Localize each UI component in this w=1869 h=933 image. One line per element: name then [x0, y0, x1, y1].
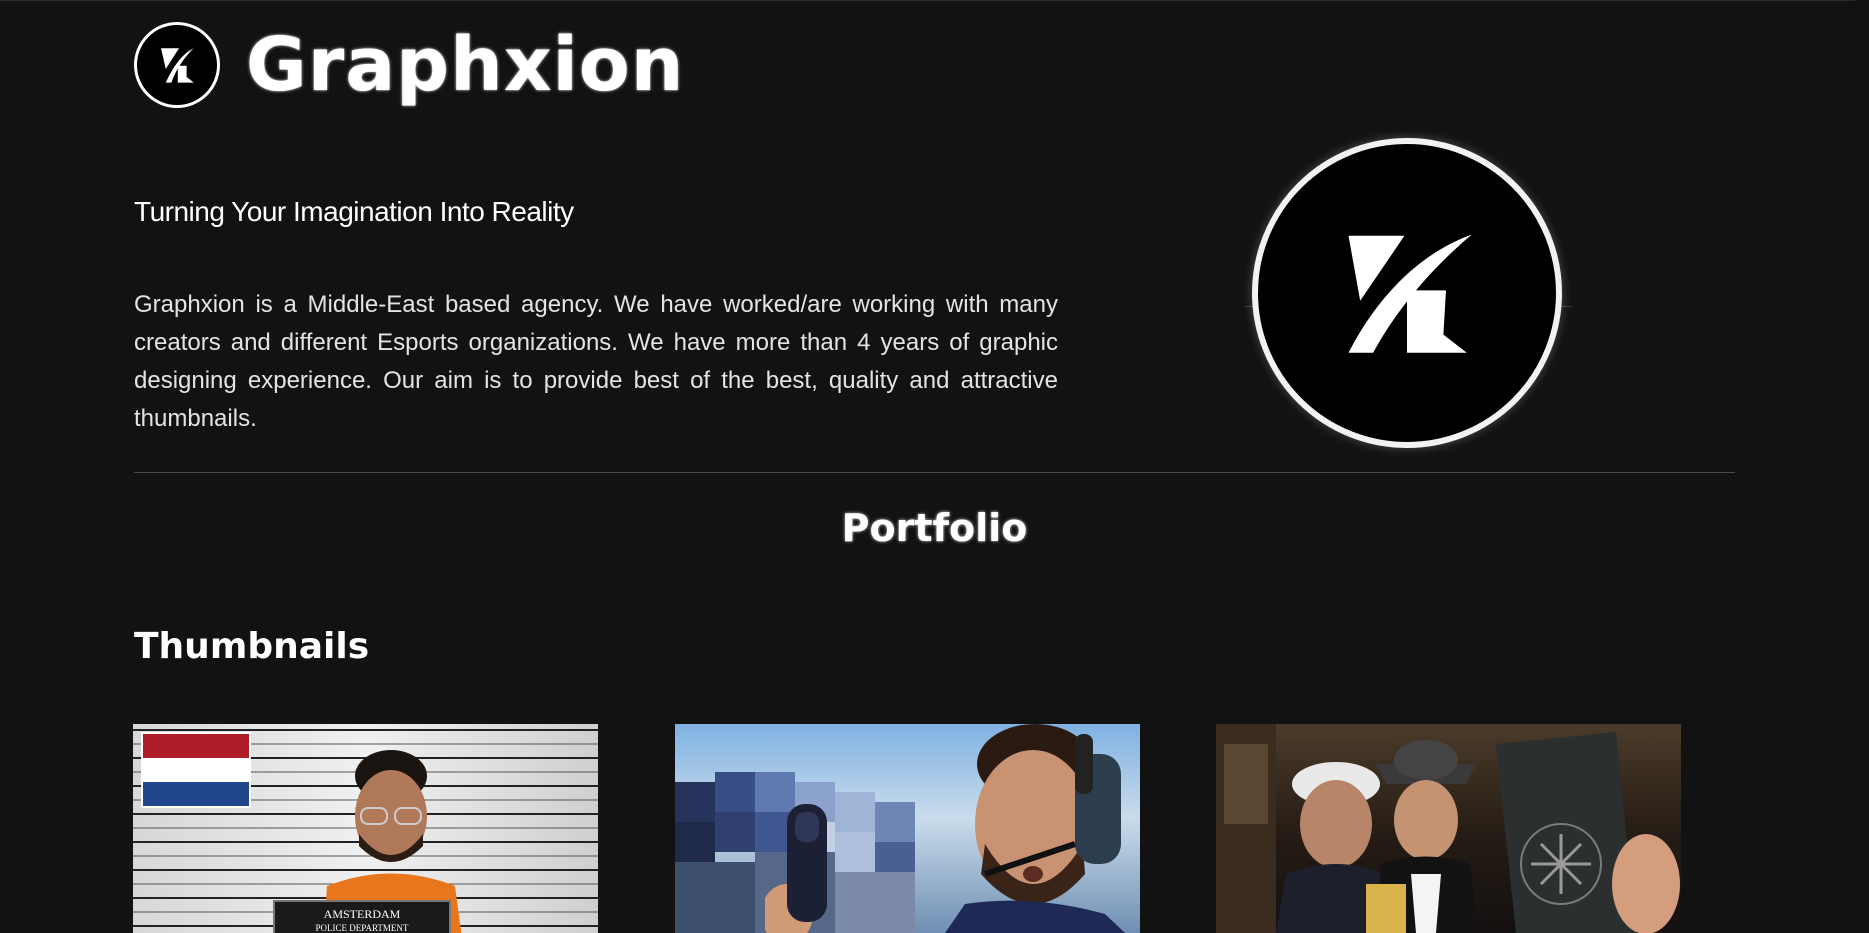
car-key-icon	[765, 804, 827, 933]
top-border	[0, 0, 1855, 1]
thumbnail-mugshot[interactable]: AMSTERDAM POLICE DEPARTMENT	[133, 724, 598, 933]
placard-department: POLICE DEPARTMENT	[315, 923, 409, 933]
section-divider	[134, 472, 1735, 473]
netherlands-flag-icon	[141, 732, 251, 808]
about-text: Graphxion is a Middle-East based agency.…	[134, 291, 1058, 432]
thumbnail-car-key[interactable]	[675, 724, 1140, 933]
site-header: Graphxion	[134, 20, 684, 110]
thumbnail-mystery-book[interactable]	[1216, 724, 1681, 933]
mystery-scene-icon	[1216, 724, 1680, 933]
brand-name[interactable]: Graphxion	[246, 28, 684, 102]
person-headset-icon	[945, 724, 1125, 933]
portfolio-title: Portfolio	[841, 506, 1028, 550]
graphxion-logo-icon[interactable]	[134, 22, 220, 108]
graphxion-logo-large-icon	[1252, 138, 1562, 448]
tagline: Turning Your Imagination Into Reality	[134, 196, 574, 227]
thumbnails-heading: Thumbnails	[134, 626, 370, 667]
mugshot-placard: AMSTERDAM POLICE DEPARTMENT	[273, 900, 451, 933]
placard-city: AMSTERDAM	[323, 907, 401, 921]
